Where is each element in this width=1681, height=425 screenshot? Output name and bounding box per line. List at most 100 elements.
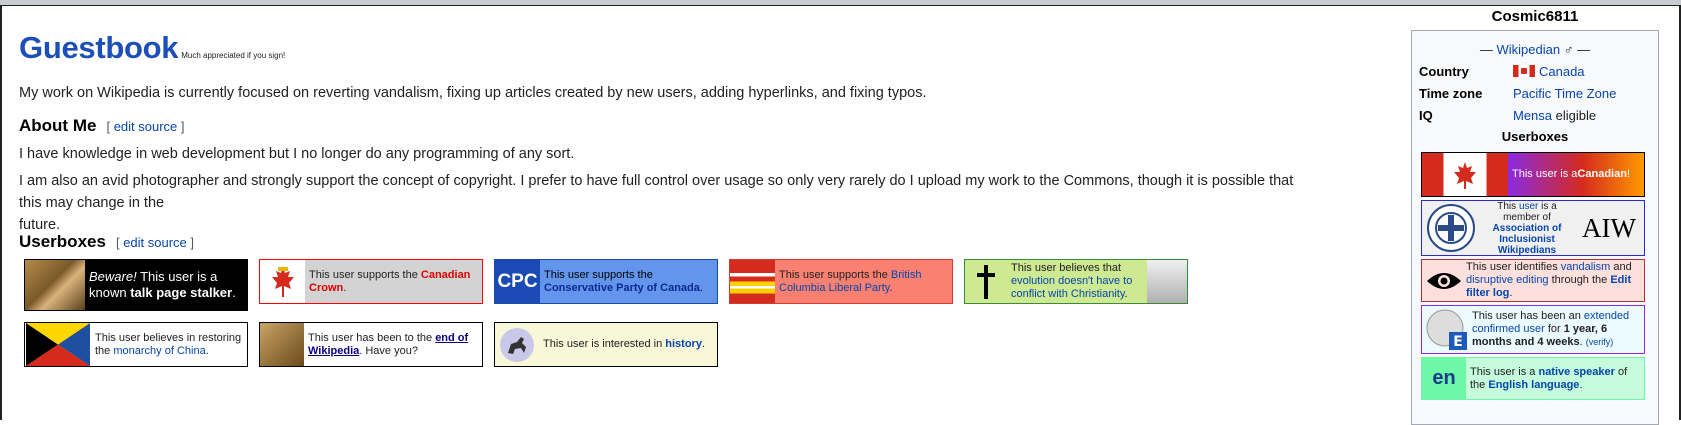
window-left-border (0, 5, 2, 420)
vandalism-link[interactable]: vandalism (1561, 261, 1611, 273)
text: and (1610, 261, 1632, 273)
userbox-canadian-crown: This user supports the Canadian Crown. (259, 259, 483, 304)
bracket-close: ] (190, 235, 195, 250)
guestbook-link[interactable]: Guestbook (19, 30, 179, 65)
userbox-text: This user has been an extended confirmed… (1472, 310, 1644, 349)
user-infobox: Cosmic6811 — Wikipedian ♂ — Country Cana… (1411, 8, 1671, 425)
userbox-monarchy-china: This user believes in restoring the mona… (24, 322, 248, 367)
dash: — (1577, 42, 1591, 57)
userbox-talk-page-stalker: Beware! This user is a known talk page s… (24, 259, 248, 311)
userbox-text: This user is a Canadian! (1508, 153, 1644, 196)
row-key: Time zone (1419, 86, 1483, 101)
text: . (701, 338, 706, 350)
text: . (1579, 378, 1583, 391)
window-top-border (0, 5, 1681, 6)
text: . (699, 281, 703, 294)
beware-text: Beware! (89, 269, 137, 284)
userbox-text: This user believes in restoring the mona… (91, 332, 247, 358)
userbox-text: This user supports the Canadian Crown. (305, 269, 482, 295)
about-heading-text: About Me (19, 116, 97, 135)
text: This user has been to the (308, 331, 436, 344)
text: known (89, 285, 131, 300)
conservative-party-link[interactable]: Conservative Party of Canada (544, 282, 700, 294)
text: eligible (1552, 108, 1597, 123)
the-end-book-icon (260, 323, 304, 366)
text: This user identifies (1466, 261, 1561, 273)
userbox-text: This user is interested in history. (539, 338, 709, 351)
userbox-text: This user believes that evolution doesn'… (1007, 262, 1147, 301)
native-speaker-link[interactable]: native speaker (1538, 366, 1614, 378)
infobox-userboxes-title: Userboxes (1501, 129, 1569, 144)
wikipedian-link[interactable]: Wikipedian (1497, 42, 1561, 57)
text: This user is a (1470, 365, 1539, 378)
row-value: Canada (1513, 64, 1585, 79)
canada-flag-icon (1422, 153, 1508, 196)
canada-flag-icon (1513, 65, 1535, 77)
userbox-extended-confirmed: E This user has been an extended confirm… (1421, 305, 1645, 354)
userbox-history: This user is interested in history. (494, 322, 718, 367)
userboxes-heading-text: Userboxes (19, 232, 106, 251)
eye-icon (1422, 269, 1466, 293)
about-edit-source-link[interactable]: edit source (114, 119, 178, 134)
pacific-time-zone-link[interactable]: Pacific Time Zone (1513, 86, 1616, 101)
beiyang-flag-icon (25, 323, 91, 366)
userbox-end-of-wikipedia: This user has been to the end of Wikiped… (259, 322, 483, 367)
verify-link[interactable]: (verify) (1586, 337, 1614, 347)
cpc-logo-icon: CPC (495, 260, 540, 303)
text: This user supports the (309, 268, 421, 281)
aiw-logo-text: AIW (1582, 212, 1636, 243)
userbox-bc-liberal: This user supports the British Columbia … (729, 259, 953, 304)
about-edit-section: [ edit source ] (106, 119, 184, 134)
text: . (343, 281, 347, 294)
userbox-text: This user supports the Conservative Part… (540, 269, 717, 295)
canada-link[interactable]: Canada (1539, 64, 1585, 79)
row-key: Country (1419, 64, 1469, 79)
userboxes-edit-source-link[interactable]: edit source (123, 235, 187, 250)
userbox-native-english: en This user is a native speaker of the … (1421, 357, 1645, 400)
text: This user supports the (779, 268, 891, 281)
about-para-2-line-2: future. (19, 217, 61, 233)
aiw-seal-icon (1422, 203, 1480, 253)
guestbook-heading: Guestbook Much appreciated if you sign! (19, 30, 285, 66)
maple-leaf-dot (1521, 68, 1527, 74)
text: . (205, 344, 209, 357)
text: This user is a (1512, 168, 1578, 180)
iq-link[interactable]: IQ (1419, 108, 1433, 123)
infobox-subtitle: — Wikipedian ♂ — (1411, 42, 1659, 57)
language-code-icon: en (1422, 358, 1466, 399)
monarchy-of-china-link[interactable]: monarchy of China (113, 345, 205, 357)
bc-flag-icon (730, 260, 775, 303)
userbox-conservative-party: CPC This user supports the Conservative … (494, 259, 718, 304)
user-link[interactable]: user (1519, 201, 1538, 212)
guestbook-note: Much appreciated if you sign! (181, 51, 286, 60)
cross-icon (965, 260, 1007, 303)
evolution-link[interactable]: evolution doesn't have to conflict with … (1011, 275, 1132, 300)
text: This user is a (136, 269, 218, 284)
userbox-evolution-christianity: This user believes that evolution doesn'… (964, 259, 1188, 304)
about-para-1: I have knowledge in web development but … (19, 146, 575, 162)
history-link[interactable]: history (665, 338, 702, 350)
mensa-link[interactable]: Mensa (1513, 108, 1552, 123)
intro-text: My work on Wikipedia is currently focuse… (19, 85, 927, 101)
userbox-text: This user is a native speaker of the Eng… (1466, 366, 1644, 392)
text: Canadian (1577, 168, 1627, 180)
about-heading: About Me [ edit source ] (19, 116, 185, 136)
text: This user believes that (1011, 262, 1122, 274)
userbox-canadian: This user is a Canadian! (1421, 152, 1645, 197)
bracket-open: [ (115, 235, 120, 250)
disruptive-editing-link[interactable]: disruptive editing (1466, 274, 1549, 286)
aiw-link[interactable]: Association of Inclusionist Wikipedians (1493, 223, 1562, 256)
extended-confirmed-icon: E (1422, 308, 1472, 352)
about-para-2: I am also an avid photographer and stron… (19, 170, 1319, 236)
dash: — (1479, 42, 1493, 57)
crown-maple-icon (260, 260, 305, 303)
text: ! (1626, 168, 1630, 180)
row-value: Mensa eligible (1513, 108, 1596, 123)
userbox-vandalism: This user identifies vandalism and disru… (1421, 259, 1645, 302)
text: This (1497, 200, 1519, 212)
userbox-text: This user is a member of Association of … (1480, 201, 1574, 256)
english-language-link[interactable]: English language (1488, 379, 1579, 391)
about-para-2-line-1: I am also an avid photographer and stron… (19, 173, 1294, 211)
text: This user is interested in (543, 338, 666, 350)
history-horseman-icon (495, 323, 539, 366)
